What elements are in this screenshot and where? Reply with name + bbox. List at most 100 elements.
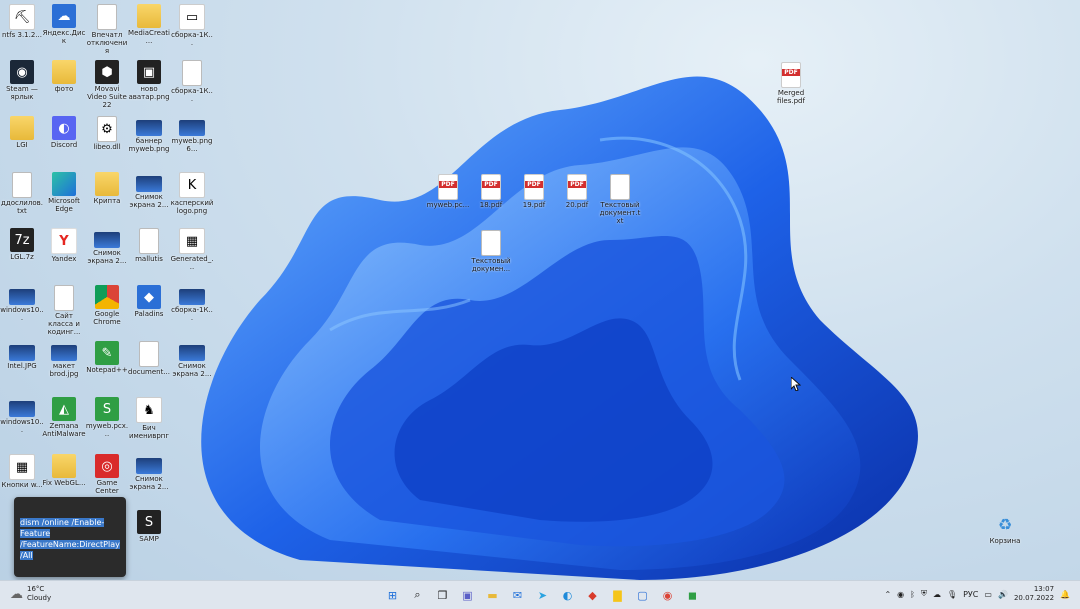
desktop-icon[interactable]: Текстовый документ.txt: [598, 174, 642, 225]
desktop-icon[interactable]: Крипта: [85, 172, 129, 205]
shield-icon[interactable]: ⛨: [921, 589, 927, 599]
language-indicator[interactable]: РУС: [963, 590, 978, 599]
desktop-icon[interactable]: Google Chrome: [85, 285, 129, 326]
desktop-icon[interactable]: ▦ Кнопки w...: [0, 454, 44, 489]
bluetooth-icon[interactable]: ᛒ: [910, 590, 915, 599]
desktop-icon[interactable]: ▣ ново аватар.png: [127, 60, 171, 101]
chevron-up-icon[interactable]: ⌃: [884, 590, 891, 599]
desktop-icon[interactable]: ◐ Discord: [42, 116, 86, 149]
pdf-badge: PDF: [568, 181, 586, 188]
desktop-icon-label: libeo.dll: [93, 143, 121, 151]
desktop-icon[interactable]: ⚙ libeo.dll: [85, 116, 129, 151]
command-line-1: dism /online /Enable-: [20, 518, 105, 527]
desktop-icon[interactable]: ◭ Zemana AntiMalware: [42, 397, 86, 438]
search-button[interactable]: ⌕: [407, 585, 428, 605]
desktop-icon[interactable]: Y Yandex: [42, 228, 86, 263]
desktop-icon[interactable]: LGI: [0, 116, 44, 149]
desktop-icon[interactable]: ♞ Бич имениврпг: [127, 397, 171, 440]
desktop-icon-image: [10, 116, 34, 140]
chrome-button[interactable]: ◉: [657, 585, 678, 605]
desktop-icon[interactable]: ▭ сборка-1К...: [170, 4, 214, 47]
desktop-icon-label: 19.pdf: [522, 201, 546, 209]
command-text[interactable]: dism /online /Enable- Feature /FeatureNa…: [20, 517, 120, 561]
desktop-icon-label: myweb.pcx...: [85, 422, 129, 438]
desktop-icon[interactable]: ⛏ ntfs 3.1.2...: [0, 4, 44, 39]
desktop-icon[interactable]: Kкасперский logo.png: [170, 172, 214, 215]
desktop-icon-image: ⛏: [9, 4, 35, 30]
pdf-file-icon: PDF: [567, 174, 587, 200]
desktop-icon[interactable]: ддослилов.txt: [0, 172, 44, 215]
desktop-icon-image: ▦: [179, 228, 205, 254]
desktop-icon-image: [12, 172, 32, 198]
greenapp-button[interactable]: ◼: [682, 585, 703, 605]
desktop-icon[interactable]: ◉ Steam — ярлык: [0, 60, 44, 101]
desktop-icon[interactable]: Впечатл отключения: [85, 4, 129, 55]
pdf-badge: PDF: [482, 181, 500, 188]
desktop-icon[interactable]: myweb.png6...: [170, 116, 214, 153]
desktop-icon[interactable]: баннер myweb.png: [127, 116, 171, 153]
edge-button[interactable]: ◐: [557, 585, 578, 605]
desktop-icon[interactable]: макет brod.jpg: [42, 341, 86, 378]
desktop-icon-label: mallutis: [135, 255, 163, 263]
desktop-icon[interactable]: ▦ Generated_...: [170, 228, 214, 271]
start-button[interactable]: ⊞: [382, 585, 403, 605]
desktop-icon[interactable]: Microsoft Edge: [42, 172, 86, 213]
desktop-icon[interactable]: Fix WebGL...: [42, 454, 86, 487]
desktop-icon-image: [137, 4, 161, 28]
desktop-icon-image: ▭: [179, 4, 205, 30]
desktop-icon[interactable]: MediaCreati...: [127, 4, 171, 45]
desktop-icon[interactable]: PDF 19.pdf: [512, 174, 556, 209]
desktop-icon-label: ддослилов.txt: [1, 199, 43, 215]
desktop-icon[interactable]: Снимок экрана 2...: [170, 341, 214, 378]
desktop-icon[interactable]: Снимок экрана 2...: [127, 454, 171, 491]
desktop-icon[interactable]: document...: [127, 341, 171, 376]
desktop-icon[interactable]: PDF Merged files.pdf: [769, 62, 813, 105]
clock[interactable]: 13:07 20.07.2022: [1014, 585, 1054, 603]
desktop-icon[interactable]: 7z LGL.7z: [0, 228, 44, 261]
desktop-icon[interactable]: Smyweb.pcx...: [85, 397, 129, 438]
teams-chat-button[interactable]: ▣: [457, 585, 478, 605]
task-view-button[interactable]: ❐: [432, 585, 453, 605]
desktop-icon-image: [9, 401, 35, 417]
desktop-icon[interactable]: фото: [42, 60, 86, 93]
desktop-icon[interactable]: сборка-1К...: [170, 60, 214, 103]
desktop-icon[interactable]: Снимок экрана 2...: [127, 172, 171, 209]
file-explorer-button[interactable]: ▬: [482, 585, 503, 605]
desktop-icon-image: ◉: [10, 60, 34, 84]
desktop-icon-label: Впечатл отключения: [86, 31, 128, 55]
desktop-icon[interactable]: Сайт класса и кодинг...: [42, 285, 86, 336]
desktop-icon[interactable]: ⬢ Movavi Video Suite 22: [85, 60, 129, 109]
desktop-icon[interactable]: windows10...: [0, 285, 44, 322]
desktop-icon[interactable]: PDF myweb.pc...: [426, 174, 470, 209]
desktop-icon-image: ◆: [137, 285, 161, 309]
desktop-icon[interactable]: PDF 18.pdf: [469, 174, 513, 209]
desktop-icon[interactable]: сборка-1К...: [170, 285, 214, 322]
desktop-icon[interactable]: S SAMP: [127, 510, 171, 543]
desktop-icon[interactable]: windows10...: [0, 397, 44, 434]
desktop-icon-image: ▦: [9, 454, 35, 480]
notifications-icon[interactable]: 🔔: [1060, 590, 1070, 599]
desktop-icon-label: Yandex: [51, 255, 77, 263]
yandex-browser-button[interactable]: ◆: [582, 585, 603, 605]
speaker-icon[interactable]: 🔊: [998, 590, 1008, 599]
sticky-notes-button[interactable]: ▇: [607, 585, 628, 605]
mail-button[interactable]: ✉: [507, 585, 528, 605]
onedrive-icon[interactable]: ☁: [933, 590, 941, 599]
desktop-icon[interactable]: ☁ Яндекс.Диск: [42, 4, 86, 45]
desktop-icon[interactable]: PDF 20.pdf: [555, 174, 599, 209]
desktop-icon-image: [179, 120, 205, 136]
desktop-icon[interactable]: ◆ Paladins: [127, 285, 171, 318]
desktop-icon[interactable]: mallutis: [127, 228, 171, 263]
desktop-icon[interactable]: ◎ Game Center: [85, 454, 129, 495]
desktop-icon[interactable]: Снимок экрана 2...: [85, 228, 129, 265]
desktop-icon[interactable]: Текстовый докумен...: [469, 230, 513, 273]
telegram-button[interactable]: ➤: [532, 585, 553, 605]
steam-tray-icon[interactable]: ◉: [897, 590, 904, 599]
desktop-icon[interactable]: Intel.JPG: [0, 341, 44, 370]
weather-widget[interactable]: ☁ 16°C Cloudy: [10, 585, 51, 603]
network-icon[interactable]: ▭: [984, 590, 992, 599]
desktop-icon[interactable]: ✎ Notepad++: [85, 341, 129, 374]
desktop-icon[interactable]: ♻ Корзина: [983, 512, 1027, 546]
photos-button[interactable]: ▢: [632, 585, 653, 605]
microphone-icon[interactable]: 🎙: [947, 590, 957, 599]
